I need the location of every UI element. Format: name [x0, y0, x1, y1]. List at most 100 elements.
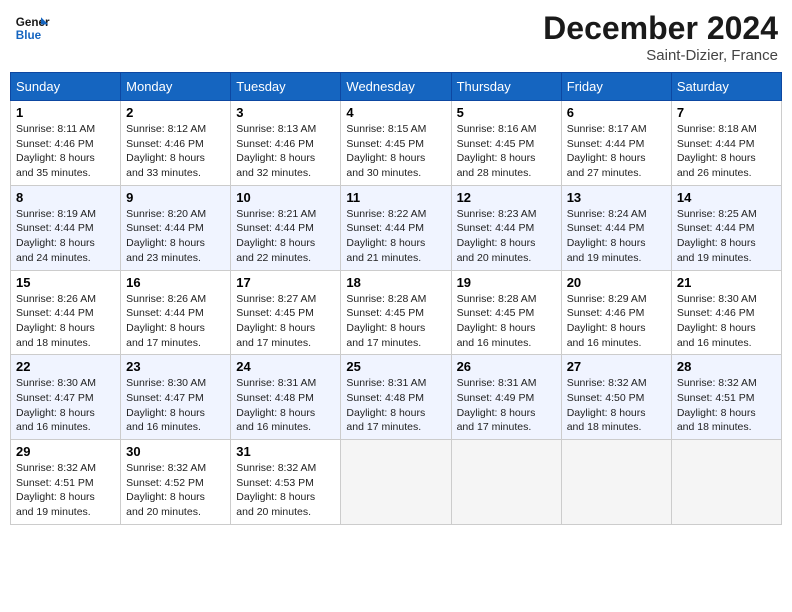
cell-info: Sunrise: 8:30 AMSunset: 4:47 PMDaylight:…	[126, 377, 206, 433]
weekday-header-thursday: Thursday	[451, 73, 561, 101]
calendar-cell: 11 Sunrise: 8:22 AMSunset: 4:44 PMDayligh…	[341, 185, 451, 270]
cell-info: Sunrise: 8:25 AMSunset: 4:44 PMDaylight:…	[677, 208, 757, 264]
cell-info: Sunrise: 8:21 AMSunset: 4:44 PMDaylight:…	[236, 208, 316, 264]
cell-info: Sunrise: 8:26 AMSunset: 4:44 PMDaylight:…	[126, 293, 206, 349]
day-number: 2	[126, 105, 225, 120]
location: Saint-Dizier, France	[543, 47, 778, 64]
calendar-cell: 12 Sunrise: 8:23 AMSunset: 4:44 PMDayligh…	[451, 185, 561, 270]
calendar-cell: 24 Sunrise: 8:31 AMSunset: 4:48 PMDayligh…	[231, 355, 341, 440]
calendar-cell: 7 Sunrise: 8:18 AMSunset: 4:44 PMDaylight…	[671, 101, 781, 186]
weekday-header-sunday: Sunday	[11, 73, 121, 101]
cell-info: Sunrise: 8:23 AMSunset: 4:44 PMDaylight:…	[457, 208, 537, 264]
day-number: 17	[236, 275, 335, 290]
day-number: 16	[126, 275, 225, 290]
day-number: 1	[16, 105, 115, 120]
cell-info: Sunrise: 8:24 AMSunset: 4:44 PMDaylight:…	[567, 208, 647, 264]
weekday-header-tuesday: Tuesday	[231, 73, 341, 101]
cell-info: Sunrise: 8:32 AMSunset: 4:51 PMDaylight:…	[677, 377, 757, 433]
calendar-cell: 1 Sunrise: 8:11 AMSunset: 4:46 PMDaylight…	[11, 101, 121, 186]
svg-text:Blue: Blue	[16, 29, 42, 42]
calendar-cell: 3 Sunrise: 8:13 AMSunset: 4:46 PMDaylight…	[231, 101, 341, 186]
calendar-cell: 31 Sunrise: 8:32 AMSunset: 4:53 PMDayligh…	[231, 440, 341, 525]
calendar-cell: 9 Sunrise: 8:20 AMSunset: 4:44 PMDaylight…	[121, 185, 231, 270]
day-number: 12	[457, 190, 556, 205]
logo: General Blue	[14, 10, 50, 46]
day-number: 14	[677, 190, 776, 205]
calendar-cell: 26 Sunrise: 8:31 AMSunset: 4:49 PMDayligh…	[451, 355, 561, 440]
page-header: General Blue December 2024 Saint-Dizier,…	[10, 10, 782, 64]
day-number: 26	[457, 359, 556, 374]
calendar-cell: 14 Sunrise: 8:25 AMSunset: 4:44 PMDayligh…	[671, 185, 781, 270]
calendar-cell	[451, 440, 561, 525]
calendar-table: SundayMondayTuesdayWednesdayThursdayFrid…	[10, 72, 782, 525]
cell-info: Sunrise: 8:27 AMSunset: 4:45 PMDaylight:…	[236, 293, 316, 349]
calendar-cell	[561, 440, 671, 525]
logo-icon: General Blue	[14, 10, 50, 46]
cell-info: Sunrise: 8:20 AMSunset: 4:44 PMDaylight:…	[126, 208, 206, 264]
cell-info: Sunrise: 8:17 AMSunset: 4:44 PMDaylight:…	[567, 123, 647, 179]
day-number: 19	[457, 275, 556, 290]
day-number: 3	[236, 105, 335, 120]
day-number: 27	[567, 359, 666, 374]
day-number: 11	[346, 190, 445, 205]
calendar-cell	[341, 440, 451, 525]
day-number: 21	[677, 275, 776, 290]
calendar-cell: 2 Sunrise: 8:12 AMSunset: 4:46 PMDaylight…	[121, 101, 231, 186]
cell-info: Sunrise: 8:28 AMSunset: 4:45 PMDaylight:…	[346, 293, 426, 349]
cell-info: Sunrise: 8:19 AMSunset: 4:44 PMDaylight:…	[16, 208, 96, 264]
day-number: 30	[126, 444, 225, 459]
calendar-cell: 5Sunrise: 8:16 AMSunset: 4:45 PMDaylight…	[451, 101, 561, 186]
cell-info: Sunrise: 8:32 AMSunset: 4:52 PMDaylight:…	[126, 462, 206, 518]
cell-info: Sunrise: 8:32 AMSunset: 4:50 PMDaylight:…	[567, 377, 647, 433]
weekday-header-monday: Monday	[121, 73, 231, 101]
day-number: 8	[16, 190, 115, 205]
day-number: 28	[677, 359, 776, 374]
calendar-cell: 4Sunrise: 8:15 AMSunset: 4:45 PMDaylight…	[341, 101, 451, 186]
weekday-header-friday: Friday	[561, 73, 671, 101]
calendar-cell: 25 Sunrise: 8:31 AMSunset: 4:48 PMDayligh…	[341, 355, 451, 440]
calendar-cell: 30 Sunrise: 8:32 AMSunset: 4:52 PMDayligh…	[121, 440, 231, 525]
day-number: 24	[236, 359, 335, 374]
calendar-cell: 15Sunrise: 8:26 AMSunset: 4:44 PMDayligh…	[11, 270, 121, 355]
cell-info: Sunrise: 8:13 AMSunset: 4:46 PMDaylight:…	[236, 123, 316, 179]
cell-info: Sunrise: 8:29 AMSunset: 4:46 PMDaylight:…	[567, 293, 647, 349]
title-block: December 2024 Saint-Dizier, France	[543, 10, 778, 64]
cell-info: Sunrise: 8:11 AMSunset: 4:46 PMDaylight:…	[16, 123, 95, 179]
calendar-cell: 8 Sunrise: 8:19 AMSunset: 4:44 PMDaylight…	[11, 185, 121, 270]
cell-info: Sunrise: 8:31 AMSunset: 4:48 PMDaylight:…	[346, 377, 426, 433]
calendar-cell: 6 Sunrise: 8:17 AMSunset: 4:44 PMDaylight…	[561, 101, 671, 186]
day-number: 18	[346, 275, 445, 290]
calendar-cell: 17 Sunrise: 8:27 AMSunset: 4:45 PMDayligh…	[231, 270, 341, 355]
cell-info: Sunrise: 8:18 AMSunset: 4:44 PMDaylight:…	[677, 123, 757, 179]
calendar-cell: 13 Sunrise: 8:24 AMSunset: 4:44 PMDayligh…	[561, 185, 671, 270]
day-number: 22	[16, 359, 115, 374]
day-number: 31	[236, 444, 335, 459]
day-number: 6	[567, 105, 666, 120]
cell-info: Sunrise: 8:31 AMSunset: 4:49 PMDaylight:…	[457, 377, 537, 433]
day-number: 23	[126, 359, 225, 374]
cell-info: Sunrise: 8:32 AMSunset: 4:53 PMDaylight:…	[236, 462, 316, 518]
cell-info: Sunrise: 8:32 AMSunset: 4:51 PMDaylight:…	[16, 462, 96, 518]
day-number: 7	[677, 105, 776, 120]
calendar-cell: 28 Sunrise: 8:32 AMSunset: 4:51 PMDayligh…	[671, 355, 781, 440]
day-number: 13	[567, 190, 666, 205]
day-number: 4	[346, 105, 445, 120]
calendar-cell: 22 Sunrise: 8:30 AMSunset: 4:47 PMDayligh…	[11, 355, 121, 440]
cell-info: Sunrise: 8:28 AMSunset: 4:45 PMDaylight:…	[457, 293, 537, 349]
calendar-cell: 20 Sunrise: 8:29 AMSunset: 4:46 PMDayligh…	[561, 270, 671, 355]
day-number: 29	[16, 444, 115, 459]
calendar-cell: 27 Sunrise: 8:32 AMSunset: 4:50 PMDayligh…	[561, 355, 671, 440]
cell-info: Sunrise: 8:12 AMSunset: 4:46 PMDaylight:…	[126, 123, 206, 179]
day-number: 9	[126, 190, 225, 205]
cell-info: Sunrise: 8:16 AMSunset: 4:45 PMDaylight:…	[457, 123, 537, 179]
day-number: 25	[346, 359, 445, 374]
cell-info: Sunrise: 8:31 AMSunset: 4:48 PMDaylight:…	[236, 377, 316, 433]
month-title: December 2024	[543, 10, 778, 47]
cell-info: Sunrise: 8:22 AMSunset: 4:44 PMDaylight:…	[346, 208, 426, 264]
calendar-cell: 18 Sunrise: 8:28 AMSunset: 4:45 PMDayligh…	[341, 270, 451, 355]
calendar-cell: 21Sunrise: 8:30 AMSunset: 4:46 PMDayligh…	[671, 270, 781, 355]
cell-info: Sunrise: 8:30 AMSunset: 4:47 PMDaylight:…	[16, 377, 96, 433]
calendar-cell: 10Sunrise: 8:21 AMSunset: 4:44 PMDayligh…	[231, 185, 341, 270]
weekday-header-wednesday: Wednesday	[341, 73, 451, 101]
day-number: 20	[567, 275, 666, 290]
